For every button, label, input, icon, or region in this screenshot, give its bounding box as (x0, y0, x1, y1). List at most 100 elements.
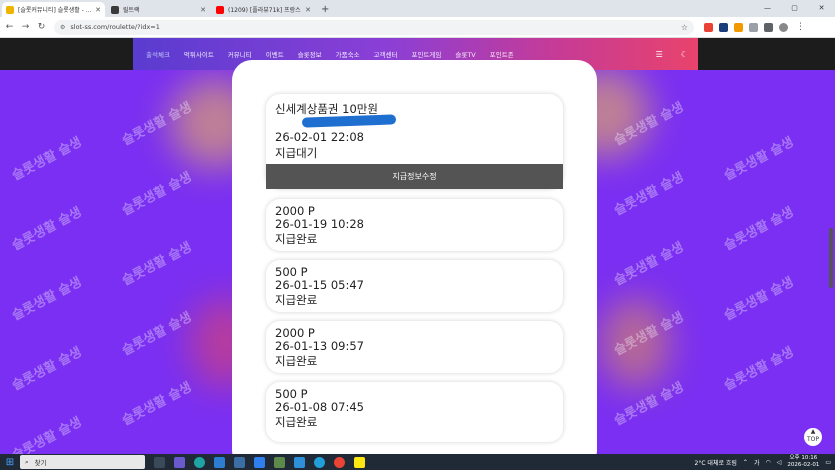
watermark-text: 슬롯생활 슬생 (9, 274, 85, 324)
site-info-icon[interactable]: ⚙ (60, 24, 65, 31)
reward-title: 신세계상품권 10만원 (275, 102, 378, 116)
maximize-button[interactable]: ▢ (781, 0, 808, 17)
watermark-text: 슬롯생활 슬생 (119, 379, 195, 429)
watermark-text: 슬롯생활 슬생 (611, 239, 687, 289)
edit-payout-info-button[interactable]: 지급정보수정 (266, 164, 563, 189)
nav-item-point-zone[interactable]: 포인트존 (483, 49, 521, 59)
watermark-text: 슬롯생활 슬생 (9, 344, 85, 394)
windows-taskbar: ⊞ ⌕ 찾기 2°C 대체로 흐림 ⌃ 가 ◠ ◁ 오후 10:16 2026-… (0, 454, 835, 470)
watermark-text: 슬롯생활 슬생 (721, 134, 797, 184)
clock[interactable]: 오후 10:16 2026-02-01 (787, 455, 819, 469)
taskbar-search-box[interactable]: ⌕ 찾기 (20, 455, 145, 469)
nav-item-scam-sites[interactable]: 먹튀사이트 (177, 49, 221, 59)
extension-icon[interactable] (734, 22, 743, 32)
close-tab-icon[interactable]: ✕ (305, 6, 311, 14)
browser-tab-bar: [슬롯커뮤니티] 슬롯생활 - 온라 ✕ 릴트랙 ✕ (1209) [플라뷰71… (0, 0, 835, 17)
watermark-text: 슬롯생활 슬생 (721, 274, 797, 324)
nav-item-attendance[interactable]: 출석체크 (139, 49, 177, 59)
search-label: 찾기 (34, 459, 47, 467)
dark-mode-icon[interactable]: ☾ (681, 50, 688, 59)
page-scrollbar[interactable] (829, 228, 833, 288)
watermark-text: 슬롯생활 슬생 (119, 309, 195, 359)
task-view-icon[interactable] (154, 456, 165, 468)
profile-avatar-icon[interactable] (779, 22, 788, 32)
telegram-icon[interactable] (314, 456, 325, 468)
edge-icon[interactable] (194, 456, 205, 468)
system-tray: 2°C 대체로 흐림 ⌃ 가 ◠ ◁ 오후 10:16 2026-02-01 ▭ (695, 455, 835, 469)
taskbar-apps (154, 456, 365, 468)
watermark-text: 슬롯생활 슬생 (119, 169, 195, 219)
gmail-icon[interactable] (704, 22, 713, 32)
windows-start-icon[interactable]: ⊞ (0, 457, 20, 468)
site-favicon-icon (6, 5, 14, 14)
language-indicator[interactable]: 가 (754, 458, 760, 467)
reward-card: 신세계상품권 10만원 26-02-01 22:08 지급대기 지급정보수정 (266, 94, 563, 189)
watermark-text: 슬롯생활 슬생 (9, 134, 85, 184)
calendar-icon[interactable] (234, 456, 245, 468)
search-icon: ⌕ (25, 457, 29, 466)
reward-date: 26-01-13 09:57 (275, 339, 364, 353)
watermark-text: 슬롯생활 슬생 (9, 204, 85, 254)
nav-item-slot-tv[interactable]: 슬롯TV (448, 49, 482, 59)
redaction-scribble (301, 114, 397, 128)
notification-icon[interactable]: ▭ (825, 459, 831, 466)
back-button[interactable]: ← (3, 22, 16, 32)
tab-title: [슬롯커뮤니티] 슬롯생활 - 온라 (18, 7, 93, 14)
mail-icon[interactable] (254, 456, 265, 468)
reward-status: 지급완료 (275, 415, 318, 429)
browser-tab[interactable]: (1209) [플라뷰71k] 프랑스 ✕ (212, 2, 315, 17)
reward-card: 500 P 26-01-08 07:45 지급완료 (266, 382, 563, 442)
reward-status: 지급완료 (275, 293, 318, 307)
browser-tab[interactable]: [슬롯커뮤니티] 슬롯생활 - 온라 ✕ (2, 2, 105, 17)
volume-icon[interactable]: ◁ (777, 459, 782, 466)
reward-card: 2000 P 26-01-13 09:57 지급완료 (266, 321, 563, 373)
reward-date: 26-01-08 07:45 (275, 400, 364, 414)
reward-card: 2000 P 26-01-19 10:28 지급완료 (266, 199, 563, 251)
chrome-icon[interactable] (334, 456, 345, 468)
hamburger-menu-icon[interactable]: ☰ (656, 50, 663, 59)
extensions-area (704, 22, 788, 32)
nav-item-lodging[interactable]: 가품숙소 (329, 49, 367, 59)
reward-status: 지급대기 (275, 146, 318, 160)
tab-title: (1209) [플라뷰71k] 프랑스 (228, 7, 301, 14)
reward-history-modal: 신세계상품권 10만원 26-02-01 22:08 지급대기 지급정보수정 2… (232, 60, 597, 454)
nav-item-point-game[interactable]: 포인트게임 (404, 49, 448, 59)
new-tab-button[interactable]: + (321, 2, 329, 17)
minimize-button[interactable]: — (754, 0, 781, 17)
url-text: slot-ss.com/roulette/?idx=1 (70, 23, 160, 31)
store-icon[interactable] (214, 456, 225, 468)
reward-status: 지급완료 (275, 354, 318, 368)
kakaotalk-icon[interactable] (354, 456, 365, 468)
nav-item-support[interactable]: 고객센터 (367, 49, 405, 59)
window-controls: — ▢ ✕ (754, 0, 835, 17)
nav-item-community[interactable]: 커뮤니티 (221, 49, 259, 59)
reward-date: 26-02-01 22:08 (275, 130, 364, 144)
youtube-favicon-icon (216, 5, 224, 14)
weather-text[interactable]: 2°C 대체로 흐림 (695, 458, 737, 467)
tab-title: 릴트랙 (123, 7, 140, 14)
copilot-icon[interactable] (174, 456, 185, 468)
download-icon[interactable] (764, 22, 773, 32)
tray-overflow-icon[interactable]: ⌃ (743, 459, 748, 466)
browser-tab[interactable]: 릴트랙 ✕ (107, 2, 210, 17)
network-icon[interactable]: ◠ (765, 459, 770, 466)
clock-date: 2026-02-01 (787, 462, 820, 468)
nav-item-event[interactable]: 이벤트 (259, 49, 291, 59)
reward-status: 지급완료 (275, 232, 318, 246)
url-input[interactable]: ⚙ slot-ss.com/roulette/?idx=1 ☆ (54, 19, 694, 35)
bookmark-star-icon[interactable]: ☆ (681, 23, 688, 32)
app-icon[interactable] (294, 456, 305, 468)
close-tab-icon[interactable]: ✕ (200, 6, 206, 14)
puzzle-icon[interactable] (749, 22, 758, 32)
close-tab-icon[interactable]: ✕ (95, 6, 101, 14)
reward-card: 500 P 26-01-15 05:47 지급완료 (266, 260, 563, 312)
reload-button[interactable]: ↻ (35, 22, 48, 32)
nav-item-slot-info[interactable]: 슬롯정보 (291, 49, 329, 59)
close-window-button[interactable]: ✕ (808, 0, 835, 17)
notes-icon[interactable] (274, 456, 285, 468)
extension-icon[interactable] (719, 22, 728, 32)
more-menu-icon[interactable]: ⋮ (796, 22, 805, 32)
forward-button[interactable]: → (19, 22, 32, 32)
scroll-to-top-button[interactable]: ▲ TOP (804, 428, 822, 446)
web-page: 출석체크 먹튀사이트 커뮤니티 이벤트 슬롯정보 가품숙소 고객센터 포인트게임… (0, 38, 835, 454)
